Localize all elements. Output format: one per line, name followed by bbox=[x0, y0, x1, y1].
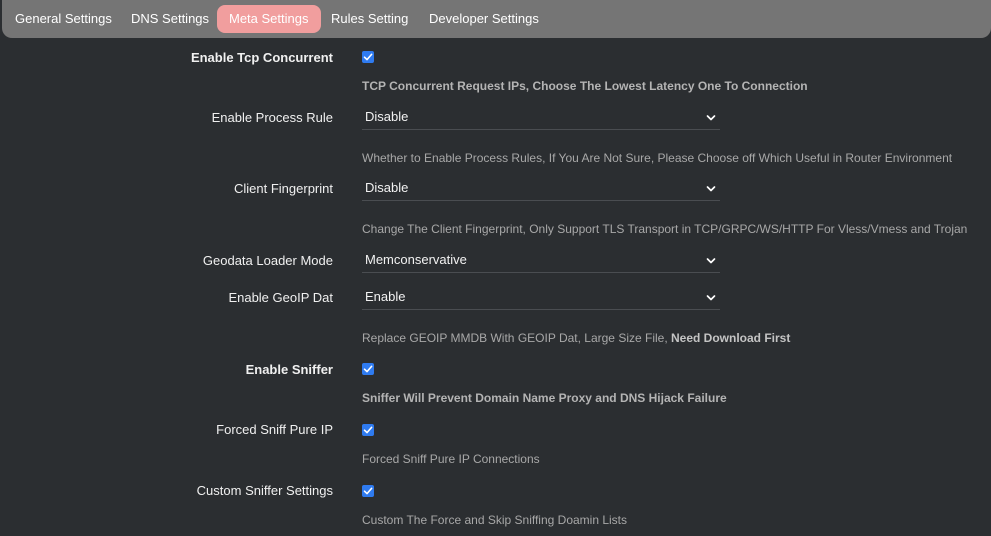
tab-meta-settings[interactable]: Meta Settings bbox=[217, 5, 321, 33]
tab-dns-settings[interactable]: DNS Settings bbox=[131, 5, 209, 33]
checkmark-icon bbox=[363, 426, 373, 434]
chevron-down-icon bbox=[706, 295, 716, 301]
tab-developer-settings[interactable]: Developer Settings bbox=[429, 5, 539, 33]
custom-sniffer-description: Custom The Force and Skip Sniffing Doami… bbox=[362, 513, 628, 527]
sniff-pure-ip-label: Forced Sniff Pure IP bbox=[216, 422, 333, 437]
geodata-loader-value: Memconservative bbox=[365, 252, 467, 267]
checkmark-icon bbox=[363, 365, 373, 373]
checkmark-icon bbox=[363, 53, 373, 61]
tab-rules-setting[interactable]: Rules Setting bbox=[331, 5, 408, 33]
sniffer-label: Enable Sniffer bbox=[245, 362, 333, 377]
process-rule-description: Whether to Enable Process Rules, If You … bbox=[362, 151, 953, 165]
sniff-pure-ip-description: Forced Sniff Pure IP Connections bbox=[362, 452, 540, 466]
chevron-down-icon bbox=[706, 258, 716, 264]
geoip-dat-select[interactable]: Enable bbox=[362, 286, 720, 310]
checkmark-icon bbox=[363, 487, 373, 495]
process-rule-value: Disable bbox=[365, 109, 409, 124]
chevron-down-icon bbox=[706, 115, 716, 121]
chevron-down-icon bbox=[706, 186, 716, 192]
sniffer-checkbox[interactable] bbox=[362, 363, 374, 375]
custom-sniffer-label: Custom Sniffer Settings bbox=[196, 483, 333, 498]
geoip-dat-description-text: Replace GEOIP MMDB With GEOIP Dat, Large… bbox=[362, 331, 671, 345]
tcp-concurrent-checkbox[interactable] bbox=[362, 51, 374, 63]
settings-tab-bar: General Settings DNS Settings Meta Setti… bbox=[2, 0, 991, 38]
sniffer-description: Sniffer Will Prevent Domain Name Proxy a… bbox=[362, 391, 727, 405]
client-fingerprint-description: Change The Client Fingerprint, Only Supp… bbox=[362, 222, 968, 236]
client-fingerprint-value: Disable bbox=[365, 180, 409, 195]
tab-general-settings[interactable]: General Settings bbox=[15, 5, 112, 33]
geoip-dat-description: Replace GEOIP MMDB With GEOIP Dat, Large… bbox=[362, 331, 790, 345]
process-rule-label: Enable Process Rule bbox=[211, 110, 333, 125]
geoip-dat-label: Enable GeoIP Dat bbox=[228, 290, 333, 305]
process-rule-select[interactable]: Disable bbox=[362, 106, 720, 130]
client-fingerprint-select[interactable]: Disable bbox=[362, 177, 720, 201]
custom-sniffer-checkbox[interactable] bbox=[362, 485, 374, 497]
client-fingerprint-label: Client Fingerprint bbox=[234, 181, 333, 196]
tcp-concurrent-label: Enable Tcp Concurrent bbox=[190, 50, 333, 65]
geoip-dat-description-strong: Need Download First bbox=[671, 331, 791, 345]
tcp-concurrent-description: TCP Concurrent Request IPs, Choose The L… bbox=[362, 79, 808, 93]
geodata-loader-label: Geodata Loader Mode bbox=[202, 253, 333, 268]
sniff-pure-ip-checkbox[interactable] bbox=[362, 424, 374, 436]
geoip-dat-value: Enable bbox=[365, 289, 406, 304]
geodata-loader-select[interactable]: Memconservative bbox=[362, 249, 720, 273]
